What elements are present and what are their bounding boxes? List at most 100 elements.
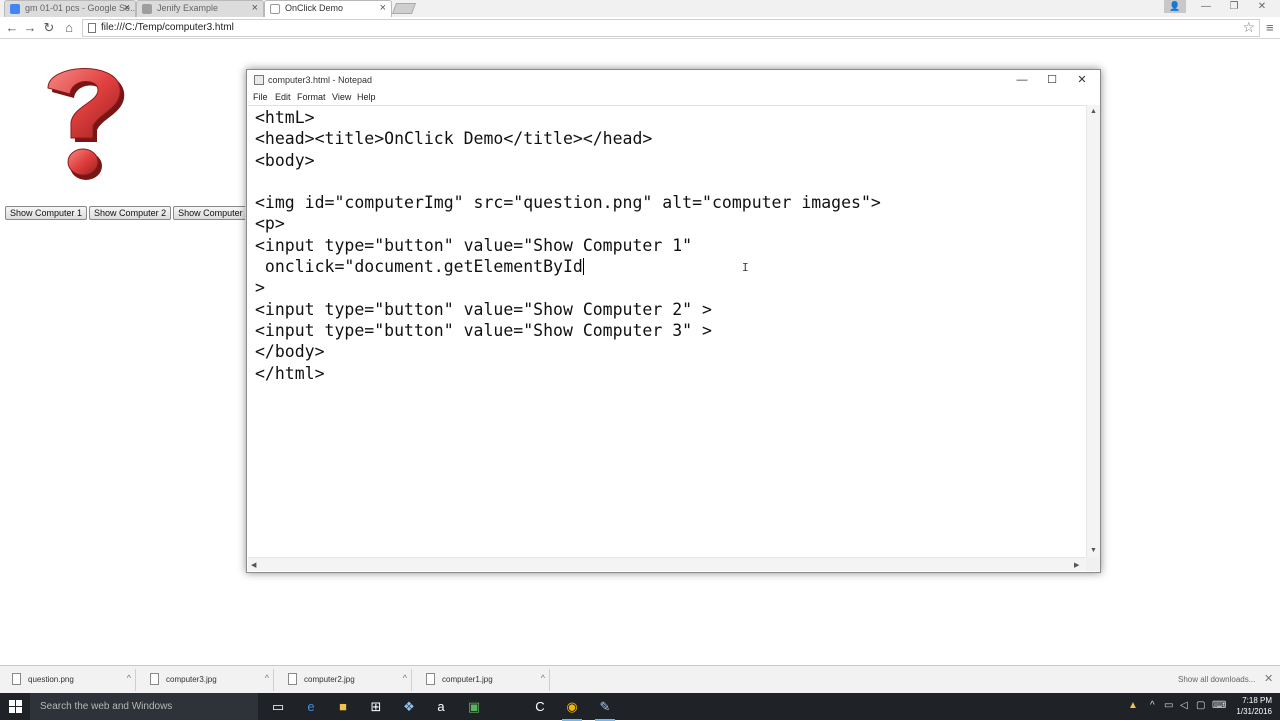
app-icon[interactable]: ▣ (464, 698, 484, 716)
show-computer-3-button[interactable]: Show Computer 3 (173, 206, 245, 220)
windows-taskbar: Search the web and Windows ▭ e ■ ⊞ ❖ a ▣… (0, 693, 1280, 721)
profile-icon[interactable]: 👤 (1164, 0, 1186, 13)
address-bar[interactable]: file:///C:/Temp/computer3.html ☆ (82, 19, 1260, 37)
browser-tab-label: OnClick Demo (285, 3, 344, 13)
download-item[interactable]: computer1.jpg ^ (416, 669, 550, 691)
restore-icon[interactable]: ❐ (1220, 0, 1248, 14)
browser-tab-label: Jenify Example (157, 3, 219, 13)
show-all-downloads-link[interactable]: Show all downloads... (1178, 675, 1255, 684)
minimize-icon[interactable]: — (1192, 0, 1220, 14)
chrome-menu-icon[interactable]: ≡ (1266, 20, 1274, 35)
code-line: <head><title>OnClick Demo</title></head> (255, 129, 653, 149)
menu-help[interactable]: Help (357, 92, 376, 102)
close-icon[interactable]: ✕ (1264, 672, 1273, 685)
vertical-scrollbar[interactable]: ▲ ▼ (1086, 105, 1100, 563)
page-icon (88, 23, 96, 33)
download-item[interactable]: question.png ^ (2, 669, 136, 691)
close-tab-icon[interactable]: × (252, 2, 258, 14)
browser-toolbar: ← → ↻ ⌂ file:///C:/Temp/computer3.html ☆… (0, 17, 1280, 39)
home-icon[interactable]: ⌂ (61, 20, 77, 36)
message-icon[interactable]: ▢ (1196, 700, 1205, 711)
forward-arrow-icon[interactable]: → (22, 20, 38, 36)
clock-time: 7:18 PM (1242, 696, 1272, 705)
code-line: <htmL> (255, 108, 315, 127)
code-text: <htmL> <head><title>OnClick Demo</title><… (255, 107, 881, 384)
menu-edit[interactable]: Edit (275, 92, 291, 102)
code-line: > (255, 278, 265, 298)
edge-browser-icon[interactable]: e (301, 698, 321, 716)
windows-start-icon[interactable] (9, 700, 23, 714)
download-item[interactable]: computer3.jpg ^ (140, 669, 274, 691)
reload-icon[interactable]: ↻ (41, 20, 57, 36)
menu-view[interactable]: View (332, 92, 351, 102)
scroll-right-icon[interactable]: ▶ (1074, 561, 1079, 569)
close-window-icon[interactable]: ✕ (1248, 0, 1276, 14)
menu-format[interactable]: Format (297, 92, 326, 102)
keyboard-icon[interactable]: ⌨ (1212, 700, 1226, 711)
network-icon[interactable]: ▭ (1164, 700, 1173, 711)
menu-file[interactable]: File (253, 92, 268, 102)
chevron-up-icon[interactable]: ^ (403, 673, 407, 683)
browser-tab[interactable]: gm 01-01 pcs - Google Se.. × (4, 0, 136, 17)
camtasia-icon[interactable]: C (530, 698, 550, 716)
download-filename: computer2.jpg (304, 675, 355, 684)
page-button-row: Show Computer 1 Show Computer 2 Show Compu… (5, 206, 245, 220)
chrome-icon[interactable]: ◉ (562, 698, 582, 721)
download-filename: question.png (28, 675, 74, 684)
browser-tab-strip: gm 01-01 pcs - Google Se.. × Jenify Exam… (0, 0, 1280, 17)
resize-grip[interactable] (1086, 557, 1100, 571)
browser-tab-active[interactable]: OnClick Demo × (264, 0, 392, 17)
amazon-icon[interactable]: a (431, 698, 451, 716)
browser-tab-label: gm 01-01 pcs - Google Se.. (25, 3, 136, 13)
code-line: <input type="button" value="Show Compute… (255, 320, 712, 340)
question-mark-image (47, 68, 125, 180)
page-icon (142, 4, 152, 14)
clock-date: 1/31/2016 (1236, 707, 1272, 716)
close-tab-icon[interactable]: × (124, 2, 130, 14)
code-line: <input type="button" value="Show Compute… (255, 299, 712, 319)
code-line: <p> (255, 214, 285, 234)
close-tab-icon[interactable]: × (380, 2, 386, 14)
volume-icon[interactable]: ◁ (1180, 700, 1188, 711)
download-item[interactable]: computer2.jpg ^ (278, 669, 412, 691)
horizontal-scrollbar[interactable]: ◀ ▶ (248, 557, 1086, 571)
scroll-down-icon[interactable]: ▼ (1090, 547, 1097, 554)
scroll-left-icon[interactable]: ◀ (251, 561, 256, 569)
back-arrow-icon[interactable]: ← (4, 20, 20, 36)
new-tab-button[interactable] (391, 3, 417, 14)
downloads-bar: question.png ^ computer3.jpg ^ computer2… (0, 665, 1280, 693)
page-icon (270, 4, 280, 14)
chevron-up-icon[interactable]: ^ (127, 673, 131, 683)
notepad-menu-bar: File Edit Format View Help (247, 90, 1100, 104)
file-explorer-icon[interactable]: ■ (333, 698, 353, 716)
tray-alert-icon[interactable]: ▲ (1128, 700, 1138, 711)
task-view-icon[interactable]: ▭ (268, 698, 288, 716)
scroll-up-icon[interactable]: ▲ (1090, 108, 1097, 115)
chevron-up-icon[interactable]: ^ (541, 673, 545, 683)
notepad-title-bar[interactable]: computer3.html - Notepad — ☐ ✕ (247, 70, 1100, 90)
text-editor[interactable]: <htmL> <head><title>OnClick Demo</title><… (248, 105, 1086, 563)
close-icon[interactable]: ✕ (1067, 72, 1097, 88)
taskbar-search-box[interactable]: Search the web and Windows (30, 693, 258, 720)
code-line: <input type="button" value="Show Compute… (255, 235, 693, 255)
store-icon[interactable]: ⊞ (366, 698, 386, 716)
browser-tab[interactable]: Jenify Example × (136, 0, 264, 17)
text-caret (582, 258, 584, 276)
bookmark-star-icon[interactable]: ☆ (1242, 19, 1255, 36)
taskbar-clock[interactable]: 7:18 PM 1/31/2016 (1232, 695, 1272, 717)
minimize-icon[interactable]: — (1007, 72, 1037, 88)
code-line: </body> (255, 342, 325, 362)
show-computer-1-button[interactable]: Show Computer 1 (5, 206, 88, 220)
dropbox-icon[interactable]: ❖ (399, 698, 419, 716)
download-filename: computer1.jpg (442, 675, 493, 684)
show-hidden-icons-icon[interactable]: ^ (1150, 700, 1155, 711)
chevron-up-icon[interactable]: ^ (265, 673, 269, 683)
file-icon (12, 673, 21, 685)
maximize-icon[interactable]: ☐ (1037, 72, 1067, 88)
code-line: onclick="document.getElementById (255, 257, 584, 277)
show-computer-2-button[interactable]: Show Computer 2 (89, 206, 172, 220)
notepad-taskbar-icon[interactable]: ✎ (595, 698, 615, 721)
code-line: <body> (255, 150, 315, 170)
file-icon (288, 673, 297, 685)
